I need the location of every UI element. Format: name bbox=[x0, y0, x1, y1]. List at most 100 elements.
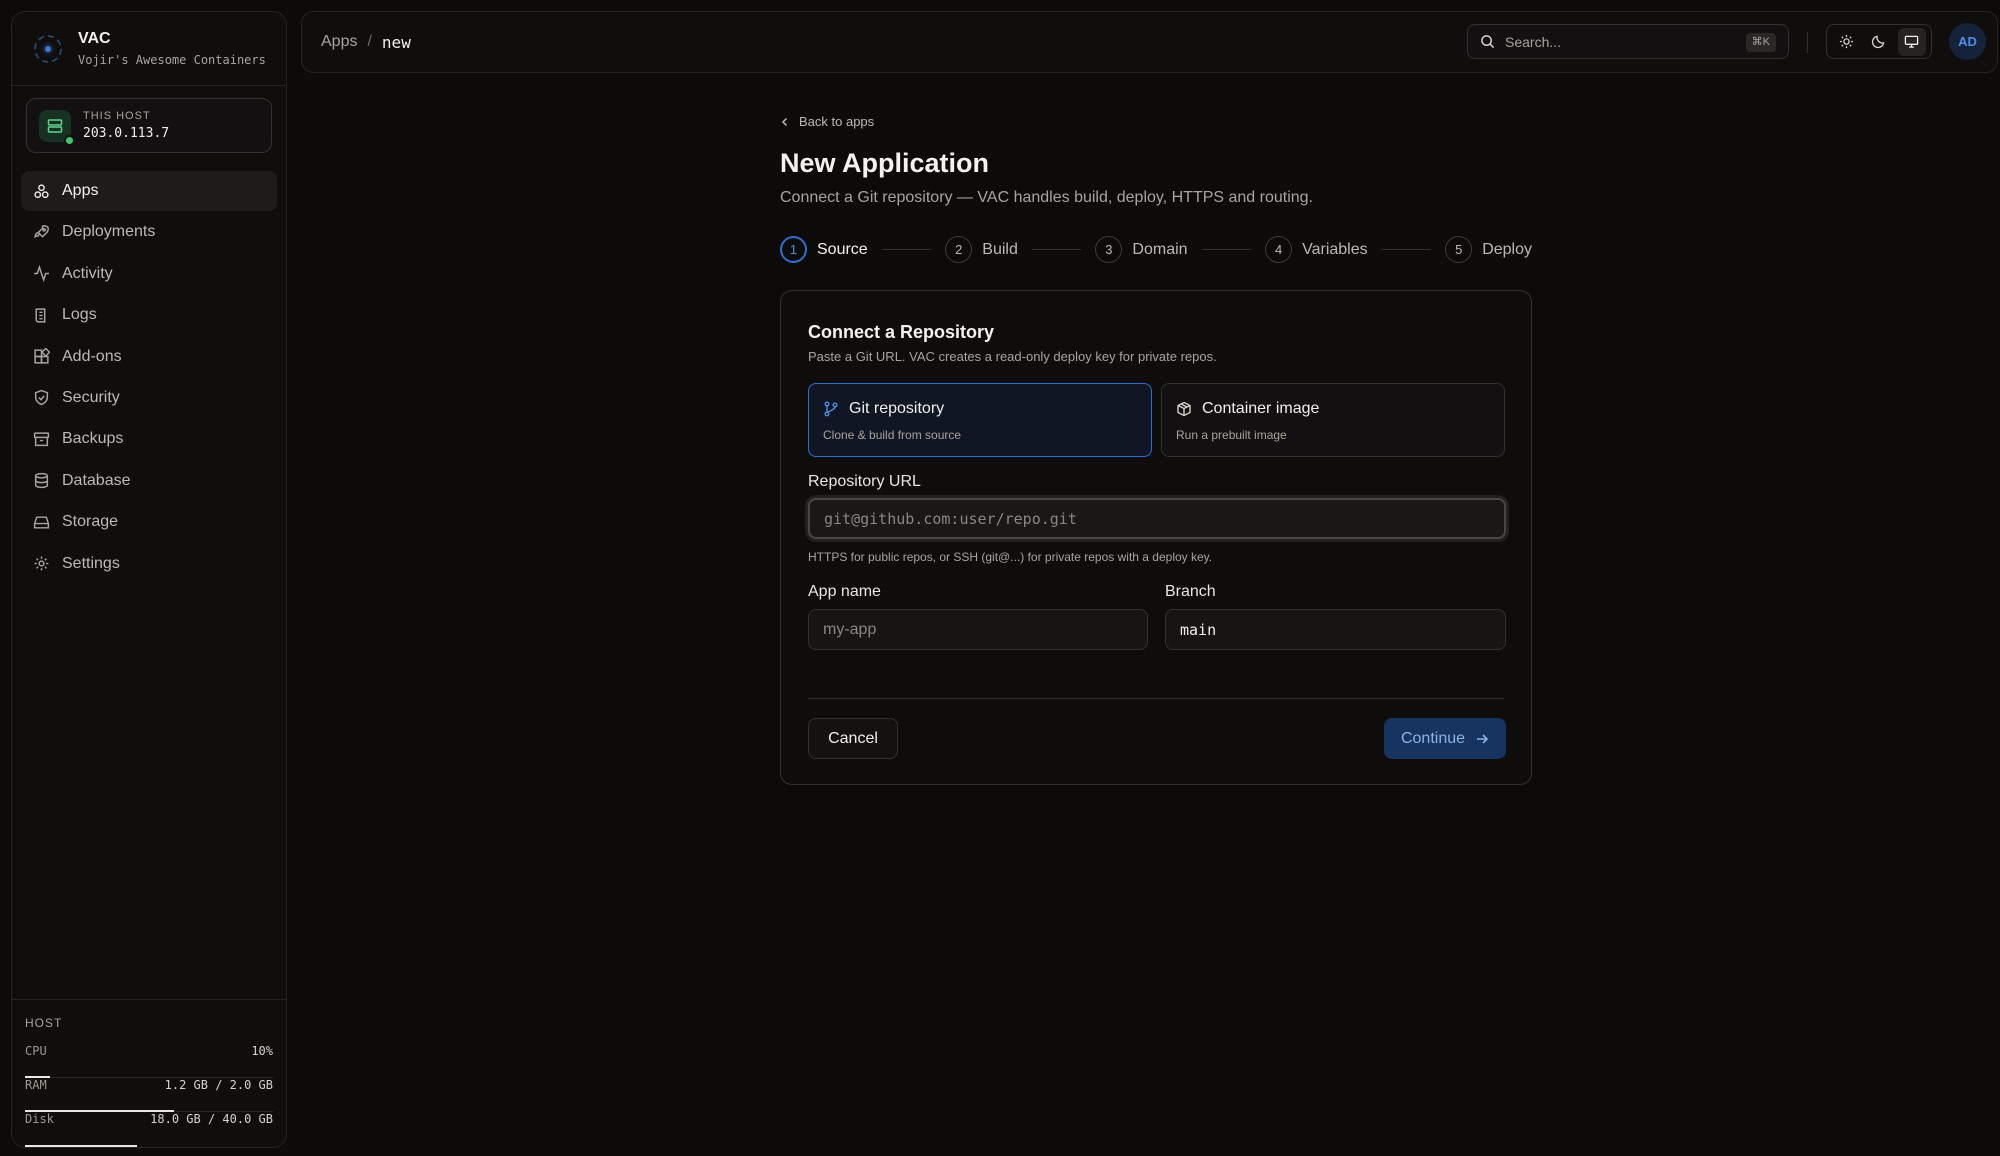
connect-repository-card: Connect a Repository Paste a Git URL. VA… bbox=[780, 290, 1532, 785]
vac-logo-icon bbox=[32, 33, 64, 65]
sidebar-item-deployments[interactable]: Deployments bbox=[21, 212, 277, 252]
step-variables[interactable]: 4 Variables bbox=[1265, 236, 1368, 263]
step-source[interactable]: 1 Source bbox=[780, 236, 868, 263]
sidebar-item-apps[interactable]: Apps bbox=[21, 171, 277, 211]
disk-label: Disk bbox=[25, 1112, 54, 1126]
theme-switcher bbox=[1826, 24, 1932, 59]
breadcrumb: Apps / new bbox=[321, 33, 411, 52]
ram-value: 1.2 GB / 2.0 GB bbox=[164, 1078, 273, 1092]
sidebar-item-label: Add-ons bbox=[62, 347, 122, 365]
theme-system-button[interactable] bbox=[1897, 27, 1926, 56]
host-label: THIS HOST bbox=[83, 110, 151, 122]
avatar[interactable]: AD bbox=[1949, 23, 1986, 60]
card-divider bbox=[808, 698, 1504, 699]
card-subtitle: Paste a Git URL. VAC creates a read-only… bbox=[808, 349, 1217, 364]
option-desc: Clone & build from source bbox=[823, 428, 962, 442]
step-label: Domain bbox=[1132, 240, 1188, 258]
page-title: New Application bbox=[780, 148, 990, 178]
brand-subtitle: Vojir's Awesome Containers bbox=[78, 53, 266, 67]
ram-metric: RAM 1.2 GB / 2.0 GB bbox=[25, 1078, 273, 1112]
breadcrumb-current: new bbox=[381, 32, 411, 52]
cpu-label: CPU bbox=[25, 1044, 47, 1058]
app-name-input[interactable] bbox=[808, 609, 1148, 650]
page-subtitle: Connect a Git repository — VAC handles b… bbox=[780, 189, 1314, 206]
activity-icon bbox=[34, 265, 49, 283]
sidebar-item-database[interactable]: Database bbox=[21, 461, 277, 501]
cpu-metric: CPU 10% bbox=[25, 1044, 273, 1078]
step-domain[interactable]: 3 Domain bbox=[1095, 236, 1188, 263]
breadcrumb-apps-link[interactable]: Apps bbox=[321, 33, 357, 51]
sidebar-item-settings[interactable]: Settings bbox=[21, 544, 277, 584]
chevron-left-icon bbox=[781, 117, 788, 126]
sidebar-item-addons[interactable]: Add-ons bbox=[21, 337, 277, 377]
cpu-value: 10% bbox=[251, 1044, 273, 1058]
sidebar-item-label: Backups bbox=[62, 430, 124, 448]
topbar: Apps / new ⌘K AD bbox=[301, 11, 1998, 73]
sidebar-item-label: Database bbox=[62, 471, 131, 489]
disk-bar bbox=[25, 1145, 137, 1147]
continue-button[interactable]: Continue bbox=[1384, 718, 1506, 759]
sidebar-item-backups[interactable]: Backups bbox=[21, 419, 277, 459]
branch-input[interactable] bbox=[1165, 609, 1506, 650]
git-branch-icon bbox=[824, 401, 838, 417]
step-connector bbox=[881, 249, 932, 250]
host-status-dot bbox=[64, 134, 75, 146]
host-metrics: HOST CPU 10% RAM 1.2 GB / 2.0 GB Disk 18… bbox=[12, 999, 286, 1147]
package-icon bbox=[1177, 401, 1191, 417]
sidebar-item-label: Storage bbox=[62, 513, 119, 531]
step-deploy[interactable]: 5 Deploy bbox=[1445, 236, 1532, 263]
step-connector bbox=[1031, 249, 1082, 250]
sidebar-item-label: Apps bbox=[62, 182, 99, 199]
sidebar-item-label: Deployments bbox=[62, 223, 156, 241]
repository-url-input[interactable] bbox=[808, 498, 1506, 539]
sun-icon bbox=[1839, 34, 1853, 49]
back-label: Back to apps bbox=[799, 114, 875, 129]
step-label: Source bbox=[817, 240, 868, 258]
option-title: Container image bbox=[1202, 400, 1320, 417]
sidebar-item-label: Settings bbox=[62, 554, 120, 572]
topbar-divider bbox=[1807, 32, 1808, 53]
source-option-container[interactable]: Container image Run a prebuilt image bbox=[1161, 383, 1505, 457]
brand-name: VAC bbox=[78, 30, 111, 47]
repository-url-label: Repository URL bbox=[808, 473, 921, 490]
wizard-stepper: 1 Source 2 Build 3 Domain 4 Variables 5 … bbox=[780, 236, 1532, 263]
sidebar-item-label: Security bbox=[62, 388, 120, 406]
theme-light-button[interactable] bbox=[1832, 28, 1860, 56]
step-number: 2 bbox=[945, 236, 973, 263]
apps-icon bbox=[34, 183, 49, 198]
search-icon bbox=[1481, 35, 1495, 49]
app-name-label: App name bbox=[808, 583, 881, 600]
sidebar-nav: Apps Deployments Activity Logs Add-ons S… bbox=[12, 171, 286, 584]
step-number: 5 bbox=[1445, 236, 1473, 263]
step-label: Build bbox=[982, 240, 1018, 258]
rocket-icon bbox=[33, 224, 49, 238]
sidebar: VAC Vojir's Awesome Containers THIS HOST… bbox=[11, 11, 287, 1148]
search-shortcut: ⌘K bbox=[1745, 33, 1776, 52]
step-label: Deploy bbox=[1482, 240, 1532, 258]
gear-icon bbox=[34, 556, 49, 571]
step-label: Variables bbox=[1302, 240, 1368, 258]
disk-metric: Disk 18.0 GB / 40.0 GB bbox=[25, 1112, 273, 1147]
branch-label: Branch bbox=[1165, 583, 1216, 600]
sidebar-item-security[interactable]: Security bbox=[21, 378, 277, 418]
option-desc: Run a prebuilt image bbox=[1176, 428, 1287, 442]
arrow-right-icon bbox=[1477, 733, 1489, 744]
option-title: Git repository bbox=[849, 400, 945, 417]
step-number: 4 bbox=[1265, 236, 1293, 263]
sidebar-item-label: Logs bbox=[62, 306, 97, 324]
server-icon bbox=[39, 109, 75, 146]
search-input[interactable] bbox=[1505, 33, 1725, 50]
search-box[interactable]: ⌘K bbox=[1467, 24, 1789, 59]
source-option-git[interactable]: Git repository Clone & build from source bbox=[808, 383, 1152, 457]
sidebar-item-activity[interactable]: Activity bbox=[21, 254, 277, 294]
database-icon bbox=[34, 473, 49, 489]
sidebar-item-storage[interactable]: Storage bbox=[21, 502, 277, 542]
cancel-button[interactable]: Cancel bbox=[808, 718, 898, 759]
back-to-apps-link[interactable]: Back to apps bbox=[780, 114, 874, 129]
sidebar-item-logs[interactable]: Logs bbox=[21, 295, 277, 335]
step-connector bbox=[1381, 249, 1432, 250]
brand[interactable]: VAC Vojir's Awesome Containers bbox=[12, 12, 286, 86]
host-card[interactable]: THIS HOST 203.0.113.7 bbox=[26, 98, 272, 153]
step-build[interactable]: 2 Build bbox=[945, 236, 1018, 263]
theme-dark-button[interactable] bbox=[1865, 28, 1893, 56]
